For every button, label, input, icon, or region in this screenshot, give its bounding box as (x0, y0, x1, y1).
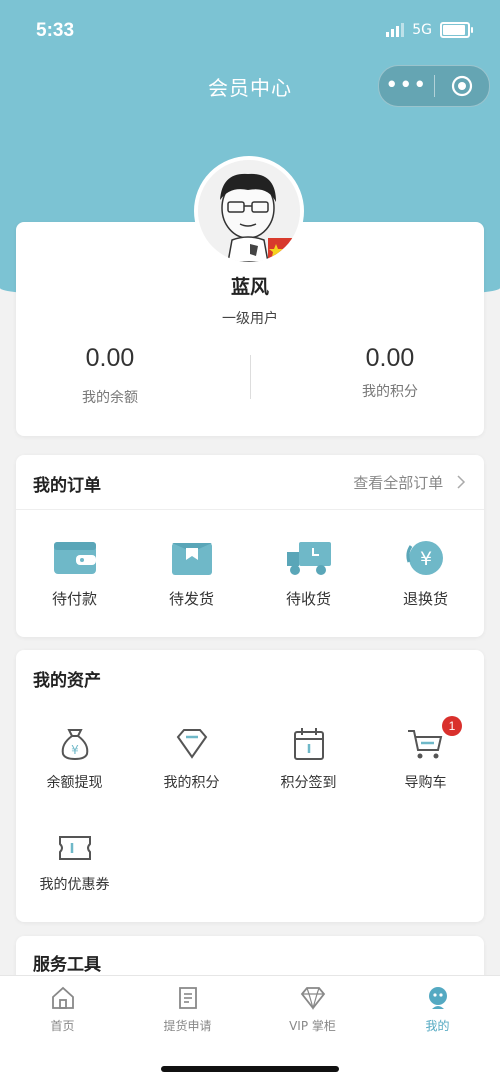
profile-icon (428, 987, 447, 1009)
asset-points-label: 我的积分 (163, 775, 220, 791)
status-bar: 5:33 5G (36, 18, 473, 46)
order-pending-payment[interactable]: 待付款 (16, 538, 133, 609)
view-all-orders-label: 查看全部订单 (353, 474, 444, 492)
avatar[interactable] (194, 156, 304, 266)
assets-card: 我的资产 ¥ 余额提现 我的积分 积分签到 1 导购车 我的优惠券 (16, 650, 484, 922)
mini-program-capsule: ••• (378, 65, 490, 107)
order-pending-shipment[interactable]: 待发货 (133, 538, 250, 609)
network-label: 5G (412, 22, 432, 38)
orders-card: 我的订单 查看全部订单 待付款 待发货 待收货 ¥ 退换货 (16, 455, 484, 637)
calendar-icon (293, 728, 324, 760)
svg-text:¥: ¥ (71, 743, 79, 757)
tab-pickup-request-label: 提货申请 (163, 1019, 212, 1033)
chevron-right-icon (457, 475, 466, 489)
points-stat[interactable]: 0.00 我的积分 (310, 344, 470, 401)
asset-coupons[interactable]: 我的优惠券 (16, 832, 133, 894)
battery-icon (440, 22, 473, 38)
balance-value: 0.00 (85, 344, 135, 372)
tab-bar: 首页 提货申请 VIP 掌柜 我的 (0, 975, 500, 1082)
close-program-button[interactable] (435, 75, 490, 97)
asset-cart[interactable]: 1 导购车 (367, 716, 484, 792)
home-icon (51, 986, 74, 1009)
asset-cart-label: 导购车 (404, 775, 447, 791)
tab-vip-label: VIP 掌柜 (289, 1019, 336, 1033)
view-all-orders-link[interactable]: 查看全部订单 (353, 472, 466, 493)
cart-badge: 1 (442, 716, 462, 736)
truck-icon (286, 542, 331, 575)
tab-mine[interactable]: 我的 (375, 976, 500, 1082)
asset-checkin-label: 积分签到 (280, 775, 337, 791)
order-pending-shipment-label: 待发货 (168, 590, 214, 608)
assets-title: 我的资产 (33, 671, 101, 691)
balance-stat[interactable]: 0.00 我的余额 (30, 344, 190, 407)
avatar-cartoon-icon (198, 160, 300, 262)
target-icon (451, 75, 472, 97)
status-time: 5:33 (36, 20, 75, 41)
coupon-icon (58, 836, 91, 860)
signal-icon (386, 23, 405, 37)
money-bag-icon: ¥ (61, 729, 88, 761)
cart-icon (407, 730, 442, 759)
orders-title: 我的订单 (33, 476, 101, 496)
order-returns-label: 退换货 (402, 590, 448, 608)
tab-home[interactable]: 首页 (0, 976, 125, 1082)
yen-refund-icon: ¥ (405, 541, 443, 575)
services-title: 服务工具 (33, 955, 101, 975)
asset-points[interactable]: 我的积分 (133, 726, 250, 792)
asset-withdraw-label: 余额提现 (46, 775, 103, 791)
svg-text:¥: ¥ (419, 548, 431, 570)
order-returns[interactable]: ¥ 退换货 (367, 538, 484, 609)
points-label: 我的积分 (362, 384, 418, 400)
asset-withdraw[interactable]: ¥ 余额提现 (16, 726, 133, 792)
tab-home-label: 首页 (50, 1019, 75, 1033)
asset-coupons-label: 我的优惠券 (39, 877, 110, 893)
wallet-icon (53, 542, 96, 574)
gem-icon (300, 987, 325, 1011)
home-indicator (161, 1066, 339, 1072)
user-name: 蓝风 (230, 276, 269, 298)
order-pending-receipt[interactable]: 待收货 (250, 538, 367, 609)
more-menu-button[interactable]: ••• (379, 66, 434, 106)
receipt-icon (178, 987, 197, 1009)
order-pending-receipt-label: 待收货 (285, 590, 331, 608)
order-pending-payment-label: 待付款 (51, 590, 97, 608)
diamond-icon (176, 729, 207, 759)
asset-checkin[interactable]: 积分签到 (250, 726, 367, 792)
box-icon (171, 543, 212, 575)
orders-header: 我的订单 查看全部订单 (16, 455, 484, 510)
balance-label: 我的余额 (82, 390, 138, 406)
points-value: 0.00 (365, 344, 415, 372)
user-level: 一级用户 (222, 311, 278, 327)
tab-mine-label: 我的 (425, 1019, 450, 1033)
stat-divider (250, 355, 251, 399)
